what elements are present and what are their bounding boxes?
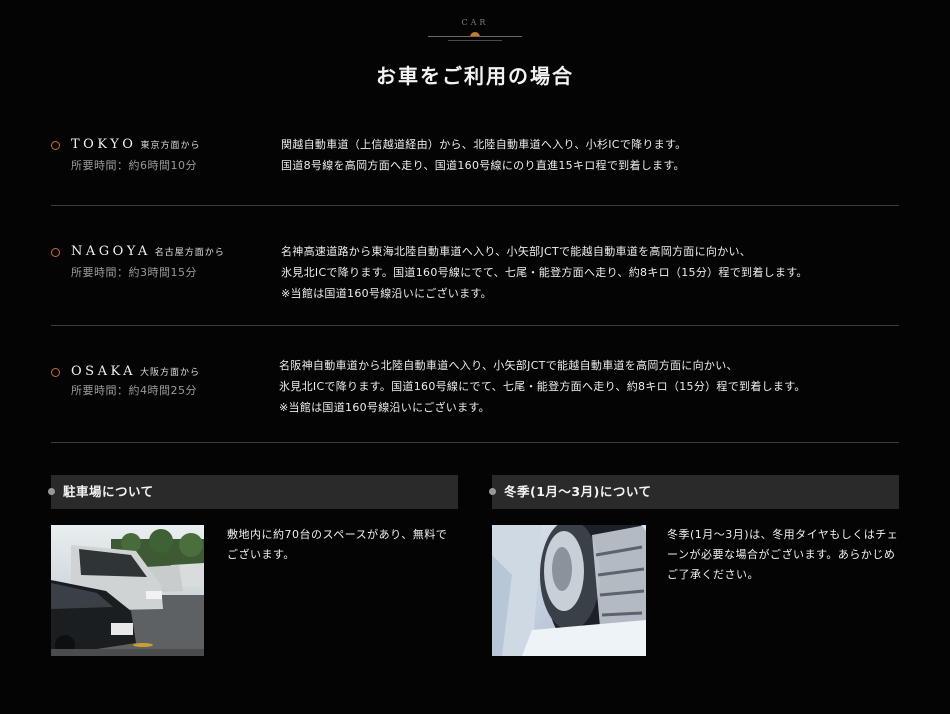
circle-marker-icon [51,248,60,257]
circle-marker-icon [51,368,60,377]
city-name: OSAKA [71,364,137,379]
city-direction: 大阪方面から [140,368,201,378]
description-line: ※当館は国道160号線沿いにございます。 [281,287,492,300]
description-line: 国道8号線を高岡方面へ走り、国道160号線にのり直進15キロ程で到着します。 [281,159,685,172]
parking-description: 敷地内に約70台のスペースがあり、無料で ございます。 [227,525,457,565]
divider [51,205,899,206]
route-time: 所要時間：約3時間15分 [71,266,197,279]
winter-line: ご了承ください。 [667,568,759,581]
parking-heading: 駐車場について [48,475,458,509]
description-line: 名阪神自動車道から北陸自動車道へ入り、小矢部JCTで能越自動車道を高岡方面に向か… [279,359,738,372]
winter-line: 冬季(1月～3月)は、冬用タイヤもしくはチェ [667,528,899,541]
bullet-icon [489,488,496,495]
bullet-icon [48,488,55,495]
description-line: 関越自動車道（上信越道経由）から、北陸自動車道へ入り、小杉ICで降ります。 [281,138,687,151]
city-direction: 東京方面から [140,141,201,151]
emblem-line [428,36,522,37]
divider [51,325,899,326]
parking-heading-text: 駐車場について [63,484,154,499]
city-name: NAGOYA [71,244,151,259]
route-nagoya: NAGOYA 名古屋方面から 所要時間：約3時間15分 名神高速道路から東海北陸自… [51,243,899,313]
route-description: 名阪神自動車道から北陸自動車道へ入り、小矢部JCTで能越自動車道を高岡方面に向か… [279,355,806,418]
snow-tire-image [492,525,646,656]
city-name: TOKYO [71,137,137,152]
parking-lot-image [51,525,204,656]
route-tokyo: TOKYO 東京方面から 所要時間：約6時間10分 関越自動車道（上信越道経由）か… [51,136,899,196]
city-direction: 名古屋方面から [154,248,225,258]
parking-line: 敷地内に約70台のスペースがあり、無料で [227,528,448,541]
route-city: NAGOYA 名古屋方面から [71,244,225,259]
snow-tire-photo [492,525,646,656]
route-osaka: OSAKA 大阪方面から 所要時間：約4時間25分 名阪神自動車道から北陸自動車道… [51,359,899,433]
winter-line: ーンが必要な場合がございます。あらかじめ [667,548,896,561]
emblem-line-short [448,40,502,41]
winter-heading: 冬季(1月～3月)について [489,475,899,509]
circle-marker-icon [51,141,60,150]
route-time: 所要時間：約6時間10分 [71,159,197,172]
car-emblem: CAR [428,10,522,46]
winter-heading-text: 冬季(1月～3月)について [504,484,652,499]
route-city: TOKYO 東京方面から [71,137,200,152]
route-description: 名神高速道路から東海北陸自動車道へ入り、小矢部JCTで能越自動車道を高岡方面に向… [281,241,808,304]
parking-lot-photo [51,525,204,656]
emblem-label: CAR [461,18,489,27]
page: CAR お車をご利用の場合 TOKYO 東京方面から 所要時間：約6時間10分 関… [0,0,950,714]
description-line: 名神高速道路から東海北陸自動車道へ入り、小矢部JCTで能越自動車道を高岡方面に向… [281,245,752,258]
description-line: ※当館は国道160号線沿いにございます。 [279,401,490,414]
description-line: 氷見北ICで降ります。国道160号線にでて、七尾・能登方面へ走り、約8キロ（15… [281,266,808,279]
page-title: お車をご利用の場合 [376,64,574,88]
parking-line: ございます。 [227,548,295,561]
route-time: 所要時間：約4時間25分 [71,384,197,397]
route-description: 関越自動車道（上信越道経由）から、北陸自動車道へ入り、小杉ICで降ります。 国道… [281,134,686,176]
description-line: 氷見北ICで降ります。国道160号線にでて、七尾・能登方面へ走り、約8キロ（15… [279,380,806,393]
route-city: OSAKA 大阪方面から [71,364,200,379]
winter-description: 冬季(1月～3月)は、冬用タイヤもしくはチェ ーンが必要な場合がございます。あら… [667,525,899,585]
divider [51,442,899,443]
